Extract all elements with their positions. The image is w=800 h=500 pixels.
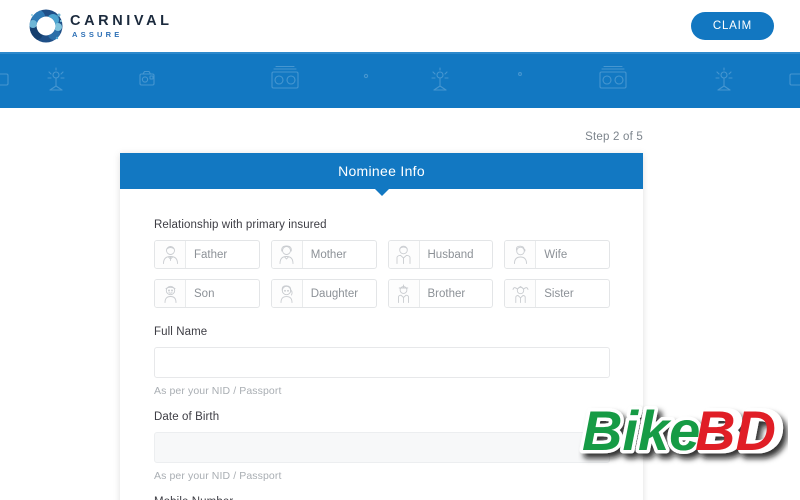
relationship-option-label: Husband bbox=[427, 248, 474, 261]
full-name-helper-text: As per your NID / Passport bbox=[154, 385, 282, 397]
wife-avatar-icon bbox=[505, 241, 537, 268]
date-of-birth-field-block: Date of Birth As per your NID / Passport bbox=[154, 411, 610, 482]
relationship-option-label: Wife bbox=[544, 248, 568, 261]
father-avatar-icon bbox=[155, 241, 186, 268]
mother-avatar-icon bbox=[271, 241, 303, 268]
claim-button[interactable]: CLAIM bbox=[690, 12, 774, 40]
sister-avatar-icon bbox=[505, 280, 537, 307]
nominee-info-card: Nominee Info Relationship with primary i… bbox=[120, 153, 643, 500]
banner-pattern-icons bbox=[0, 65, 800, 91]
card-header: Nominee Info bbox=[120, 153, 643, 196]
relationship-option-label: Mother bbox=[310, 248, 347, 261]
date-of-birth-input[interactable] bbox=[154, 432, 610, 463]
son-avatar-icon bbox=[155, 280, 186, 307]
relationship-option-brother[interactable]: Brother bbox=[387, 279, 494, 308]
watermark-text-secondary: BD bbox=[695, 399, 776, 462]
full-name-label: Full Name bbox=[154, 326, 208, 338]
page-title: Nominee Info bbox=[338, 163, 425, 179]
top-navigation-bar: CARNIVAL ASSURE CLAIM bbox=[0, 0, 800, 52]
globe-circle-logo-icon bbox=[28, 8, 64, 44]
relationship-option-husband[interactable]: Husband bbox=[387, 240, 494, 269]
brand-name: CARNIVAL bbox=[70, 12, 173, 29]
relationship-option-label: Father bbox=[194, 248, 228, 261]
relationship-option-wife[interactable]: Wife bbox=[504, 240, 610, 269]
hero-banner bbox=[0, 52, 800, 108]
card-header-notch bbox=[374, 189, 389, 196]
relationship-option-son[interactable]: Son bbox=[154, 279, 260, 308]
relationship-option-label: Brother bbox=[427, 287, 466, 300]
relationship-option-father[interactable]: Father bbox=[154, 240, 260, 269]
brand-logo[interactable]: CARNIVAL ASSURE bbox=[28, 8, 173, 44]
relationship-options-grid: Father Mother Husband Wife Son Daughter … bbox=[154, 240, 610, 308]
relationship-option-mother[interactable]: Mother bbox=[270, 240, 377, 269]
date-of-birth-label: Date of Birth bbox=[154, 411, 220, 423]
card-body: Relationship with primary insured Father bbox=[120, 189, 643, 500]
relationship-option-daughter[interactable]: Daughter bbox=[270, 279, 377, 308]
relationship-option-label: Daughter bbox=[310, 287, 359, 300]
daughter-avatar-icon bbox=[271, 280, 303, 307]
full-name-field-block: Full Name As per your NID / Passport bbox=[154, 326, 610, 397]
relationship-option-label: Sister bbox=[544, 287, 574, 300]
brand-tagline: ASSURE bbox=[72, 30, 123, 39]
mobile-number-field-block: Mobile Number bbox=[154, 496, 610, 500]
husband-avatar-icon bbox=[388, 241, 420, 268]
brand-text: CARNIVAL ASSURE bbox=[70, 12, 173, 39]
relationship-option-sister[interactable]: Sister bbox=[504, 279, 610, 308]
brother-avatar-icon bbox=[388, 280, 420, 307]
relationship-label: Relationship with primary insured bbox=[154, 219, 327, 231]
mobile-number-label: Mobile Number bbox=[154, 496, 610, 500]
date-of-birth-helper-text: As per your NID / Passport bbox=[154, 470, 282, 482]
full-name-input[interactable] bbox=[154, 347, 610, 378]
relationship-option-label: Son bbox=[194, 287, 215, 300]
step-indicator: Step 2 of 5 bbox=[585, 131, 643, 143]
